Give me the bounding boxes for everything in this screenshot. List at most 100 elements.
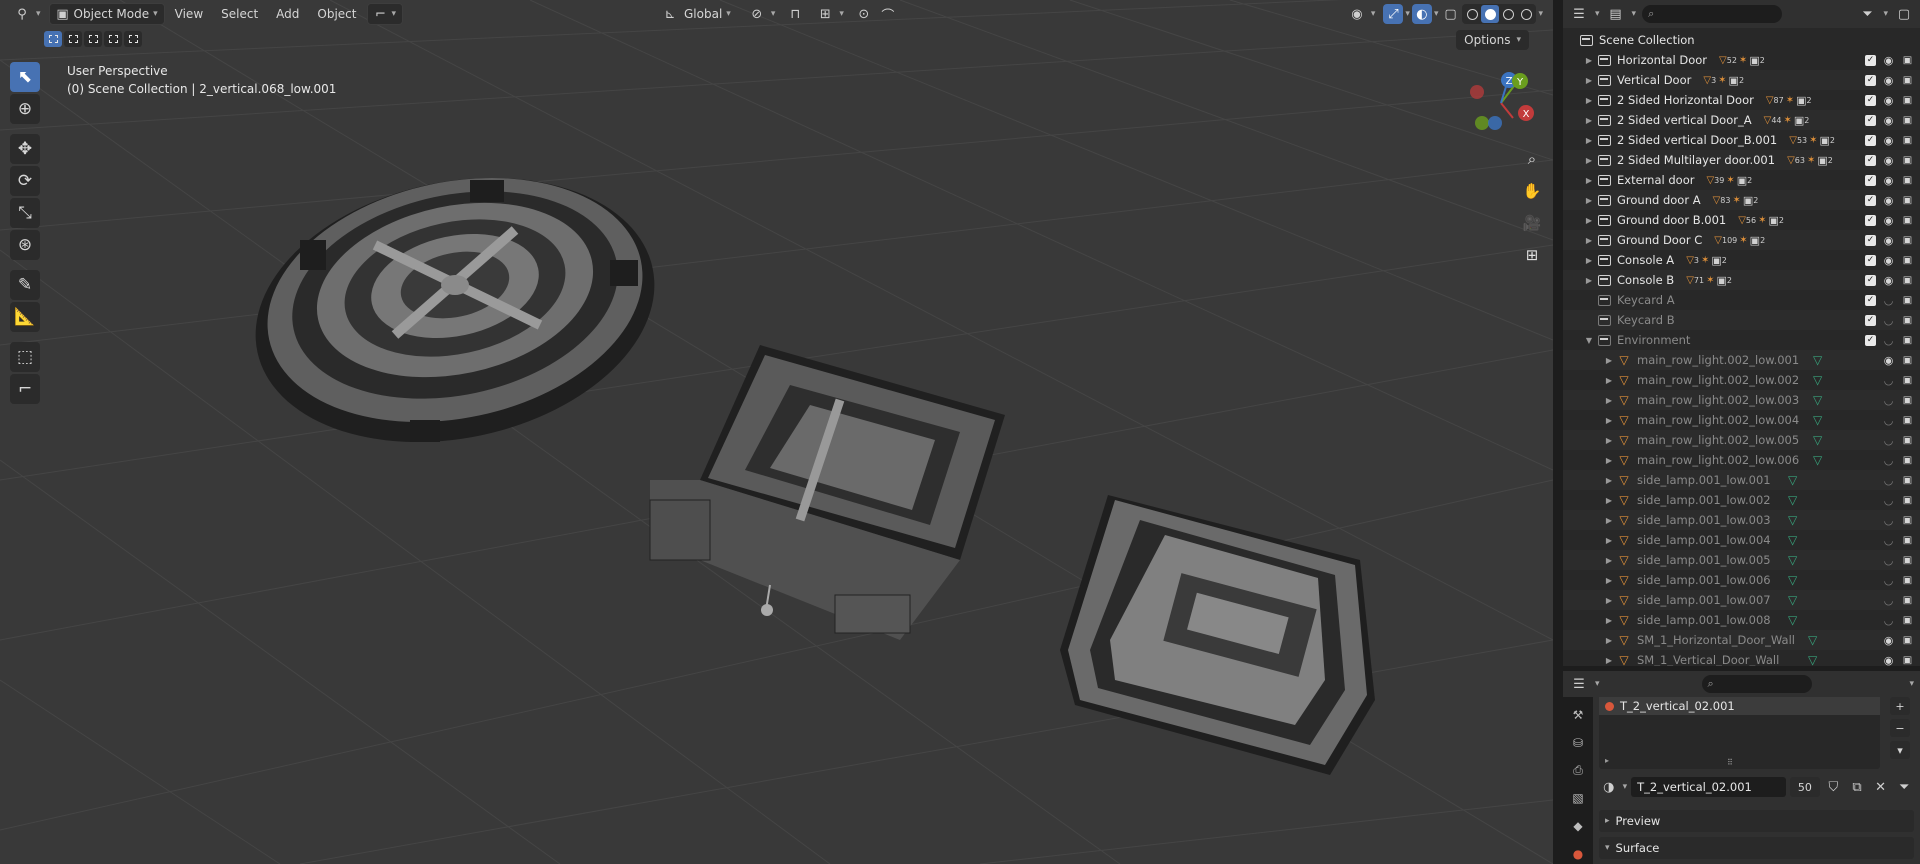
expand-arrow-icon[interactable]: ▶ (1583, 236, 1595, 245)
eye-closed-icon[interactable]: ◡ (1882, 374, 1895, 387)
camera-icon[interactable]: ▣ (1901, 435, 1914, 446)
camera-icon[interactable]: ▣ (1901, 275, 1914, 286)
snap-target-select[interactable]: ⊞ ▾ (809, 3, 850, 25)
outliner-editor-icon[interactable]: ☰ (1569, 4, 1589, 24)
expand-arrow-icon[interactable]: ▸ (1605, 756, 1609, 765)
menu-add[interactable]: Add (268, 3, 307, 25)
scale-tool-icon[interactable]: ⤡ (10, 198, 40, 228)
exclude-checkbox[interactable]: ✓ (1865, 254, 1876, 266)
expand-arrow-icon[interactable]: ▶ (1603, 616, 1615, 625)
eye-icon[interactable]: ◉ (1882, 274, 1895, 287)
chevron-down-icon[interactable]: ▾ (1623, 782, 1628, 792)
exclude-checkbox[interactable]: ✓ (1865, 134, 1876, 146)
camera-icon[interactable]: ▣ (1901, 355, 1914, 366)
fake-user-shield-icon[interactable]: ⛉ (1824, 777, 1844, 797)
camera-view-icon[interactable]: 🎥 (1519, 210, 1545, 236)
camera-icon[interactable]: ▣ (1901, 235, 1914, 246)
camera-icon[interactable]: ▣ (1901, 395, 1914, 406)
outliner-object-row[interactable]: ▶ ▽ main_row_light.002_low.004 ▽ ◡ ▣ (1563, 410, 1920, 430)
outliner-search-input[interactable]: ⌕ (1642, 5, 1783, 23)
menu-view[interactable]: View (167, 3, 211, 25)
material-slot-item[interactable]: T_2_vertical_02.001 (1599, 697, 1880, 715)
camera-icon[interactable]: ▣ (1901, 555, 1914, 566)
outliner-collection-row[interactable]: ▶ 2 Sided vertical Door_A ▽ 44 ✶ ▣ 2 ✓ ◉ ▣ (1563, 110, 1920, 130)
falloff-icon[interactable]: ⌒ (878, 4, 898, 24)
exclude-checkbox[interactable]: ✓ (1865, 154, 1876, 166)
collapse-arrow-icon[interactable]: ▼ (1583, 336, 1595, 345)
camera-icon[interactable]: ▣ (1901, 455, 1914, 466)
properties-search-input[interactable]: ⌕ (1701, 675, 1812, 693)
snap-icon[interactable]: ⊓ (785, 4, 805, 24)
eye-closed-icon[interactable]: ◡ (1882, 614, 1895, 627)
eye-icon[interactable]: ◉ (1882, 654, 1895, 667)
unlink-close-icon[interactable]: ✕ (1871, 777, 1891, 797)
scene-tab-icon[interactable]: ◆ (1567, 816, 1589, 836)
pivot-select[interactable]: ⊘ ▾ (741, 3, 782, 25)
outliner-collection-row[interactable]: ▶ Vertical Door ▽ 3 ✶ ▣ 2 ✓ ◉ ▣ (1563, 70, 1920, 90)
square-door-object[interactable] (649, 345, 1005, 640)
expand-arrow-icon[interactable]: ▶ (1583, 96, 1595, 105)
console-object[interactable] (1060, 495, 1375, 775)
wireframe-shading-icon[interactable] (1463, 5, 1481, 23)
camera-icon[interactable]: ▣ (1901, 255, 1914, 266)
material-shading-icon[interactable] (1499, 5, 1517, 23)
expand-arrow-icon[interactable]: ▶ (1603, 536, 1615, 545)
expand-arrow-icon[interactable]: ▶ (1583, 76, 1595, 85)
outliner-object-row[interactable]: ▶ ▽ side_lamp.001_low.005 ▽ ◡ ▣ (1563, 550, 1920, 570)
expand-arrow-icon[interactable]: ▶ (1583, 56, 1595, 65)
outliner-object-row[interactable]: ▶ ▽ main_row_light.002_low.001 ▽ ◉ ▣ (1563, 350, 1920, 370)
duplicate-material-icon[interactable]: ⧉ (1847, 777, 1867, 797)
chevron-down-icon[interactable]: ▾ (1434, 9, 1439, 19)
pan-hand-icon[interactable]: ✋ (1519, 178, 1545, 204)
camera-icon[interactable]: ▣ (1901, 575, 1914, 586)
expand-arrow-icon[interactable]: ▶ (1603, 516, 1615, 525)
eye-closed-icon[interactable]: ◡ (1882, 294, 1895, 307)
eye-icon[interactable]: ◉ (1882, 634, 1895, 647)
visibility-select[interactable]: ◉ ▾ (1341, 3, 1382, 25)
render-tab-icon[interactable]: ⛁ (1567, 733, 1589, 753)
surface-panel-header[interactable]: ▾ Surface (1599, 837, 1914, 859)
output-tab-icon[interactable]: ⎙ (1567, 761, 1589, 781)
menu-select[interactable]: Select (213, 3, 266, 25)
perspective-grid-icon[interactable]: ⊞ (1519, 242, 1545, 268)
expand-arrow-icon[interactable]: ▶ (1603, 656, 1615, 665)
select-extend-icon[interactable] (64, 31, 82, 47)
eye-icon[interactable]: ◉ (1882, 254, 1895, 267)
mode-select[interactable]: ▣ Object Mode ▾ (48, 3, 165, 25)
new-collection-icon[interactable]: ▢ (1894, 4, 1914, 24)
expand-arrow-icon[interactable]: ▶ (1583, 136, 1595, 145)
eye-closed-icon[interactable]: ◡ (1882, 494, 1895, 507)
expand-arrow-icon[interactable]: ▶ (1603, 596, 1615, 605)
outliner-collection-row[interactable]: ▶ 2 Sided Multilayer door.001 ▽ 63 ✶ ▣ 2 ✓ ◉ ▣ (1563, 150, 1920, 170)
material-tab-icon[interactable]: ● (1567, 844, 1589, 864)
exclude-checkbox[interactable]: ✓ (1865, 314, 1876, 326)
rotate-tool-icon[interactable]: ⟳ (10, 166, 40, 196)
expand-arrow-icon[interactable]: ▶ (1583, 196, 1595, 205)
exclude-checkbox[interactable]: ✓ (1865, 214, 1876, 226)
exclude-checkbox[interactable]: ✓ (1865, 234, 1876, 246)
outliner-collection-row[interactable]: ▶ Ground Door C ▽ 109 ✶ ▣ 2 ✓ ◉ ▣ (1563, 230, 1920, 250)
expand-arrow-icon[interactable]: ▶ (1603, 436, 1615, 445)
outliner-collection-row[interactable]: ▼ Environment ✓ ◡ ▣ (1563, 330, 1920, 350)
outliner-collection-row[interactable]: ▶ Ground door B.001 ▽ 56 ✶ ▣ 2 ✓ ◉ ▣ (1563, 210, 1920, 230)
camera-icon[interactable]: ▣ (1901, 375, 1914, 386)
proportional-edit-icon[interactable]: ⊙ (854, 4, 874, 24)
camera-icon[interactable]: ▣ (1901, 475, 1914, 486)
expand-arrow-icon[interactable]: ▶ (1603, 456, 1615, 465)
rendered-shading-icon[interactable] (1517, 5, 1535, 23)
eye-closed-icon[interactable]: ◡ (1882, 534, 1895, 547)
neg-z-axis[interactable] (1488, 116, 1502, 130)
camera-icon[interactable]: ▣ (1901, 195, 1914, 206)
solid-shading-icon[interactable] (1481, 5, 1500, 23)
remove-slot-icon[interactable]: − (1890, 719, 1910, 737)
expand-arrow-icon[interactable]: ▶ (1603, 396, 1615, 405)
neg-x-axis[interactable] (1470, 85, 1484, 99)
outliner-object-row[interactable]: ▶ ▽ main_row_light.002_low.005 ▽ ◡ ▣ (1563, 430, 1920, 450)
chevron-down-icon[interactable]: ▾ (1632, 9, 1637, 19)
camera-icon[interactable]: ▣ (1901, 315, 1914, 326)
outliner-object-row[interactable]: ▶ ▽ side_lamp.001_low.008 ▽ ◡ ▣ (1563, 610, 1920, 630)
eye-icon[interactable]: ◉ (1882, 114, 1895, 127)
expand-arrow-icon[interactable]: ▶ (1603, 356, 1615, 365)
gizmo-toggle-icon[interactable]: ⤢ (1383, 4, 1404, 24)
camera-icon[interactable]: ▣ (1901, 75, 1914, 86)
